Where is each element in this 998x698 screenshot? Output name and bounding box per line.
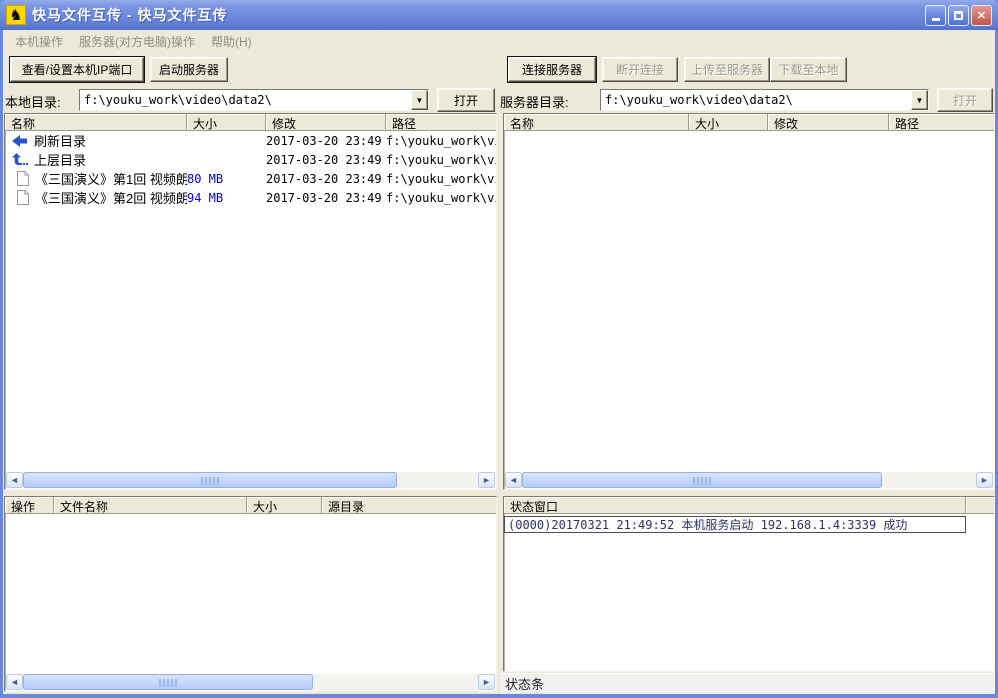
scrollbar-left-arrow[interactable]: ◄ — [6, 674, 23, 690]
scrollbar-right-arrow[interactable]: ► — [478, 674, 495, 690]
scrollbar-left-arrow[interactable]: ◄ — [505, 472, 522, 488]
column-header-path[interactable]: 路径 — [889, 114, 994, 131]
maximize-icon — [954, 11, 963, 20]
scrollbar-thumb[interactable] — [23, 674, 313, 690]
window-title: 快马文件互传 - 快马文件互传 — [32, 5, 227, 25]
chevron-left-icon: ◄ — [10, 677, 19, 687]
minimize-icon — [932, 18, 940, 21]
server-dir-dropdown-button[interactable]: ▼ — [911, 90, 928, 110]
connect-server-button[interactable]: 连接服务器 — [508, 57, 596, 82]
chevron-left-icon: ◄ — [10, 475, 19, 485]
server-file-list-header: 名称 大小 修改 路径 — [504, 114, 994, 131]
scrollbar-right-arrow[interactable]: ► — [478, 472, 495, 488]
chevron-right-icon: ► — [482, 677, 491, 687]
menubar: 本机操作 服务器(对方电脑)操作 帮助(H) — [3, 30, 995, 52]
scrollbar-thumb[interactable] — [23, 472, 397, 488]
local-dir-dropdown-button[interactable]: ▼ — [411, 90, 428, 110]
queue-hscrollbar[interactable]: ◄ ► — [6, 674, 495, 690]
close-button[interactable]: ✕ — [971, 5, 992, 26]
titlebar[interactable]: ♞ 快马文件互传 - 快马文件互传 ✕ — [0, 0, 998, 30]
column-header-name[interactable]: 名称 — [5, 114, 187, 131]
local-dir-label: 本地目录: — [5, 92, 61, 111]
view-ip-button[interactable]: 查看/设置本机IP端口 — [10, 57, 144, 82]
close-icon: ✕ — [977, 9, 986, 22]
local-file-list: 名称 大小 修改 路径 刷新目录 2017-03-20 23:49 f:\you… — [4, 113, 497, 490]
chevron-left-icon: ◄ — [509, 475, 518, 485]
column-header-size[interactable]: 大小 — [247, 497, 322, 514]
status-log-entry[interactable]: (0000)20170321 21:49:52 本机服务启动 192.168.1… — [504, 516, 966, 533]
parent-dir-row[interactable]: 上层目录 2017-03-20 23:49 f:\youku_work\vide — [5, 150, 496, 169]
upload-to-server-button[interactable]: 上传至服务器 — [684, 57, 770, 82]
server-list-hscrollbar[interactable]: ◄ ► — [505, 472, 993, 488]
column-header-status[interactable]: 状态窗口 — [504, 497, 966, 514]
file-row[interactable]: 《三国演义》第2回 视频朗读 94 MB 2017-03-20 23:49 f:… — [5, 188, 496, 207]
disconnect-button[interactable]: 断开连接 — [602, 57, 678, 82]
scrollbar-left-arrow[interactable]: ◄ — [6, 472, 23, 488]
local-list-hscrollbar[interactable]: ◄ ► — [6, 472, 495, 488]
open-server-button[interactable]: 打开 — [937, 88, 993, 112]
file-icon — [17, 171, 29, 186]
menu-item-server-ops[interactable]: 服务器(对方电脑)操作 — [71, 31, 203, 52]
file-icon — [17, 190, 29, 205]
horse-app-icon: ♞ — [6, 5, 26, 25]
menu-item-local-ops[interactable]: 本机操作 — [7, 31, 71, 52]
status-window: 状态窗口 (0000)20170321 21:49:52 本机服务启动 192.… — [503, 496, 995, 672]
maximize-button[interactable] — [948, 5, 969, 26]
chevron-right-icon: ► — [482, 475, 491, 485]
server-file-list: 名称 大小 修改 路径 ◄ ► — [503, 113, 995, 490]
column-header-filename[interactable]: 文件名称 — [54, 497, 247, 514]
menu-item-help[interactable]: 帮助(H) — [203, 31, 260, 52]
open-local-button[interactable]: 打开 — [437, 88, 495, 112]
start-server-button[interactable]: 启动服务器 — [150, 57, 228, 82]
server-dir-label: 服务器目录: — [500, 92, 569, 111]
scrollbar-thumb[interactable] — [522, 472, 882, 488]
local-file-list-header: 名称 大小 修改 路径 — [5, 114, 496, 131]
status-bar-text: 状态条 — [505, 674, 544, 693]
file-row[interactable]: 《三国演义》第1回 视频朗读 80 MB 2017-03-20 23:49 f:… — [5, 169, 496, 188]
local-dir-input[interactable] — [80, 90, 411, 110]
download-to-local-button[interactable]: 下载至本地 — [770, 57, 847, 82]
column-header-path[interactable]: 路径 — [386, 114, 496, 131]
scrollbar-right-arrow[interactable]: ► — [976, 472, 993, 488]
column-header-modified[interactable]: 修改 — [768, 114, 889, 131]
up-folder-icon — [12, 153, 28, 166]
status-window-header: 状态窗口 — [504, 497, 994, 514]
app-window: ♞ 快马文件互传 - 快马文件互传 ✕ 本机操作 服务器(对方电脑)操作 帮助(… — [0, 0, 998, 698]
transfer-queue-list: 操作 文件名称 大小 源目录 ◄ ► — [4, 496, 497, 692]
column-header-modified[interactable]: 修改 — [266, 114, 386, 131]
queue-header: 操作 文件名称 大小 源目录 — [5, 497, 496, 514]
server-dir-input[interactable] — [601, 90, 911, 110]
column-header-size[interactable]: 大小 — [689, 114, 768, 131]
column-header-size[interactable]: 大小 — [187, 114, 266, 131]
column-header-name[interactable]: 名称 — [504, 114, 689, 131]
local-dir-combobox[interactable]: ▼ — [79, 89, 429, 111]
status-bar: 状态条 — [500, 673, 995, 693]
refresh-arrow-icon — [12, 135, 28, 147]
chevron-right-icon: ► — [980, 475, 989, 485]
server-dir-combobox[interactable]: ▼ — [600, 89, 929, 111]
window-body: 本机操作 服务器(对方电脑)操作 帮助(H) 查看/设置本机IP端口 启动服务器… — [3, 30, 995, 694]
refresh-dir-row[interactable]: 刷新目录 2017-03-20 23:49 f:\youku_work\vide — [5, 131, 496, 150]
chevron-down-icon: ▼ — [416, 96, 424, 105]
chevron-down-icon: ▼ — [916, 96, 924, 105]
column-header-operation[interactable]: 操作 — [5, 497, 54, 514]
column-header-source-dir[interactable]: 源目录 — [322, 497, 496, 514]
column-header-stub — [966, 497, 994, 514]
minimize-button[interactable] — [925, 5, 946, 26]
